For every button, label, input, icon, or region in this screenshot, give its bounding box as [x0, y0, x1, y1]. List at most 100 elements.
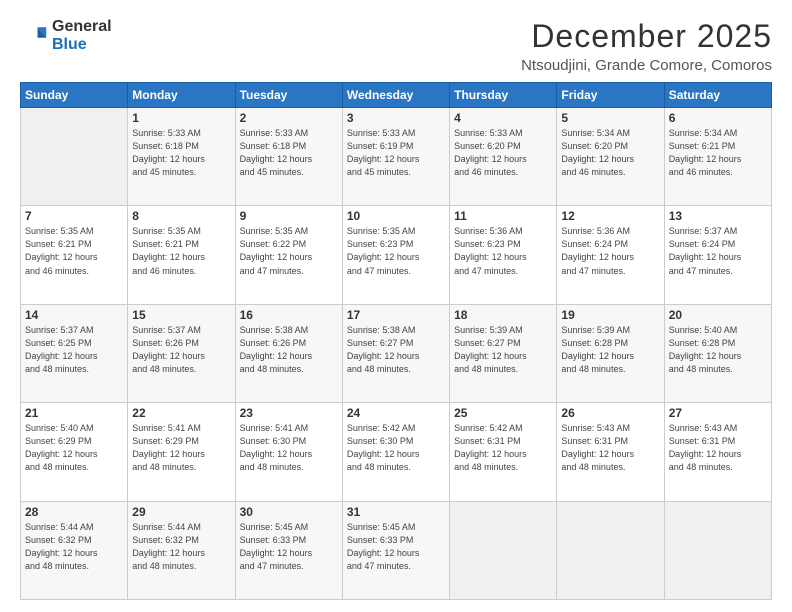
- day-detail: Sunrise: 5:44 AM Sunset: 6:32 PM Dayligh…: [132, 521, 230, 573]
- day-detail: Sunrise: 5:42 AM Sunset: 6:31 PM Dayligh…: [454, 422, 552, 474]
- day-number: 20: [669, 308, 767, 322]
- table-row: 6 Sunrise: 5:34 AM Sunset: 6:21 PM Daylig…: [664, 108, 771, 206]
- table-row: 13Sunrise: 5:37 AM Sunset: 6:24 PM Dayli…: [664, 206, 771, 304]
- day-number: 6: [669, 111, 767, 125]
- table-row: [557, 501, 664, 599]
- day-detail: Sunrise: 5:35 AM Sunset: 6:22 PM Dayligh…: [240, 225, 338, 277]
- day-number: 26: [561, 406, 659, 420]
- table-row: 18 Sunrise: 5:39 AM Sunset: 6:27 PM Dayli…: [450, 304, 557, 402]
- table-row: 12 Sunrise: 5:36 AM Sunset: 6:24 PM Dayli…: [557, 206, 664, 304]
- day-detail: Sunrise: 5:43 AM Sunset: 6:31 PM Dayligh…: [561, 422, 659, 474]
- day-detail: Sunrise: 5:43 AM Sunset: 6:31 PM Dayligh…: [669, 422, 767, 474]
- day-number: 27: [669, 406, 767, 420]
- calendar-week-row: 1 Sunrise: 5:33 AM Sunset: 6:18 PM Daylig…: [21, 108, 772, 206]
- table-row: 20Sunrise: 5:40 AM Sunset: 6:28 PM Dayli…: [664, 304, 771, 402]
- table-row: 19Sunrise: 5:39 AM Sunset: 6:28 PM Dayli…: [557, 304, 664, 402]
- logo-text: General Blue: [52, 18, 112, 53]
- day-detail: Sunrise: 5:38 AM Sunset: 6:26 PM Dayligh…: [240, 324, 338, 376]
- calendar-week-row: 14 Sunrise: 5:37 AM Sunset: 6:25 PM Dayli…: [21, 304, 772, 402]
- calendar-title: December 2025: [521, 18, 772, 55]
- col-thursday: Thursday: [450, 83, 557, 108]
- col-monday: Monday: [128, 83, 235, 108]
- day-number: 12: [561, 209, 659, 223]
- day-detail: Sunrise: 5:35 AM Sunset: 6:21 PM Dayligh…: [25, 225, 123, 277]
- calendar-week-row: 28Sunrise: 5:44 AM Sunset: 6:32 PM Dayli…: [21, 501, 772, 599]
- table-row: 4 Sunrise: 5:33 AM Sunset: 6:20 PM Daylig…: [450, 108, 557, 206]
- table-row: 14 Sunrise: 5:37 AM Sunset: 6:25 PM Dayli…: [21, 304, 128, 402]
- day-detail: Sunrise: 5:33 AM Sunset: 6:18 PM Dayligh…: [240, 127, 338, 179]
- day-number: 7: [25, 209, 123, 223]
- table-row: [21, 108, 128, 206]
- logo-blue: Blue: [52, 36, 112, 54]
- table-row: [664, 501, 771, 599]
- table-row: 9 Sunrise: 5:35 AM Sunset: 6:22 PM Daylig…: [235, 206, 342, 304]
- day-detail: Sunrise: 5:34 AM Sunset: 6:20 PM Dayligh…: [561, 127, 659, 179]
- day-number: 4: [454, 111, 552, 125]
- table-row: 11 Sunrise: 5:36 AM Sunset: 6:23 PM Dayli…: [450, 206, 557, 304]
- table-row: 25Sunrise: 5:42 AM Sunset: 6:31 PM Dayli…: [450, 403, 557, 501]
- logo-general: General: [52, 18, 112, 36]
- table-row: 21Sunrise: 5:40 AM Sunset: 6:29 PM Dayli…: [21, 403, 128, 501]
- table-row: 1Sunrise: 5:33 AM Sunset: 6:18 PM Daylig…: [128, 108, 235, 206]
- day-number: 8: [132, 209, 230, 223]
- day-detail: Sunrise: 5:35 AM Sunset: 6:21 PM Dayligh…: [132, 225, 230, 277]
- day-detail: Sunrise: 5:33 AM Sunset: 6:19 PM Dayligh…: [347, 127, 445, 179]
- table-row: 3 Sunrise: 5:33 AM Sunset: 6:19 PM Daylig…: [342, 108, 449, 206]
- day-detail: Sunrise: 5:37 AM Sunset: 6:24 PM Dayligh…: [669, 225, 767, 277]
- header: General Blue December 2025 Ntsoudjini, G…: [20, 18, 772, 74]
- day-detail: Sunrise: 5:36 AM Sunset: 6:24 PM Dayligh…: [561, 225, 659, 277]
- day-detail: Sunrise: 5:37 AM Sunset: 6:25 PM Dayligh…: [25, 324, 123, 376]
- table-row: 23 Sunrise: 5:41 AM Sunset: 6:30 PM Dayli…: [235, 403, 342, 501]
- day-number: 17: [347, 308, 445, 322]
- calendar-table: Sunday Monday Tuesday Wednesday Thursday…: [20, 82, 772, 600]
- day-detail: Sunrise: 5:41 AM Sunset: 6:30 PM Dayligh…: [240, 422, 338, 474]
- day-number: 21: [25, 406, 123, 420]
- table-row: 15 Sunrise: 5:37 AM Sunset: 6:26 PM Dayli…: [128, 304, 235, 402]
- day-detail: Sunrise: 5:41 AM Sunset: 6:29 PM Dayligh…: [132, 422, 230, 474]
- day-detail: Sunrise: 5:44 AM Sunset: 6:32 PM Dayligh…: [25, 521, 123, 573]
- day-number: 11: [454, 209, 552, 223]
- table-row: 30 Sunrise: 5:45 AM Sunset: 6:33 PM Dayli…: [235, 501, 342, 599]
- day-number: 3: [347, 111, 445, 125]
- col-sunday: Sunday: [21, 83, 128, 108]
- day-detail: Sunrise: 5:37 AM Sunset: 6:26 PM Dayligh…: [132, 324, 230, 376]
- table-row: 28Sunrise: 5:44 AM Sunset: 6:32 PM Dayli…: [21, 501, 128, 599]
- col-tuesday: Tuesday: [235, 83, 342, 108]
- day-detail: Sunrise: 5:45 AM Sunset: 6:33 PM Dayligh…: [240, 521, 338, 573]
- day-number: 15: [132, 308, 230, 322]
- day-number: 14: [25, 308, 123, 322]
- day-detail: Sunrise: 5:35 AM Sunset: 6:23 PM Dayligh…: [347, 225, 445, 277]
- day-detail: Sunrise: 5:39 AM Sunset: 6:27 PM Dayligh…: [454, 324, 552, 376]
- calendar-week-row: 7 Sunrise: 5:35 AM Sunset: 6:21 PM Daylig…: [21, 206, 772, 304]
- table-row: 8 Sunrise: 5:35 AM Sunset: 6:21 PM Daylig…: [128, 206, 235, 304]
- table-row: 24Sunrise: 5:42 AM Sunset: 6:30 PM Dayli…: [342, 403, 449, 501]
- title-block: December 2025 Ntsoudjini, Grande Comore,…: [521, 18, 772, 74]
- logo-icon: [20, 22, 48, 50]
- day-number: 18: [454, 308, 552, 322]
- day-number: 23: [240, 406, 338, 420]
- day-number: 31: [347, 505, 445, 519]
- day-number: 10: [347, 209, 445, 223]
- table-row: 27 Sunrise: 5:43 AM Sunset: 6:31 PM Dayli…: [664, 403, 771, 501]
- col-friday: Friday: [557, 83, 664, 108]
- day-number: 16: [240, 308, 338, 322]
- day-number: 5: [561, 111, 659, 125]
- logo: General Blue: [20, 18, 112, 53]
- day-number: 30: [240, 505, 338, 519]
- calendar-week-row: 21Sunrise: 5:40 AM Sunset: 6:29 PM Dayli…: [21, 403, 772, 501]
- table-row: 26 Sunrise: 5:43 AM Sunset: 6:31 PM Dayli…: [557, 403, 664, 501]
- day-number: 9: [240, 209, 338, 223]
- day-number: 1: [132, 111, 230, 125]
- table-row: 7 Sunrise: 5:35 AM Sunset: 6:21 PM Daylig…: [21, 206, 128, 304]
- col-wednesday: Wednesday: [342, 83, 449, 108]
- table-row: 5 Sunrise: 5:34 AM Sunset: 6:20 PM Daylig…: [557, 108, 664, 206]
- day-detail: Sunrise: 5:33 AM Sunset: 6:20 PM Dayligh…: [454, 127, 552, 179]
- table-row: 17Sunrise: 5:38 AM Sunset: 6:27 PM Dayli…: [342, 304, 449, 402]
- table-row: 10 Sunrise: 5:35 AM Sunset: 6:23 PM Dayli…: [342, 206, 449, 304]
- day-number: 24: [347, 406, 445, 420]
- day-detail: Sunrise: 5:39 AM Sunset: 6:28 PM Dayligh…: [561, 324, 659, 376]
- table-row: 22Sunrise: 5:41 AM Sunset: 6:29 PM Dayli…: [128, 403, 235, 501]
- day-detail: Sunrise: 5:36 AM Sunset: 6:23 PM Dayligh…: [454, 225, 552, 277]
- day-detail: Sunrise: 5:34 AM Sunset: 6:21 PM Dayligh…: [669, 127, 767, 179]
- day-number: 29: [132, 505, 230, 519]
